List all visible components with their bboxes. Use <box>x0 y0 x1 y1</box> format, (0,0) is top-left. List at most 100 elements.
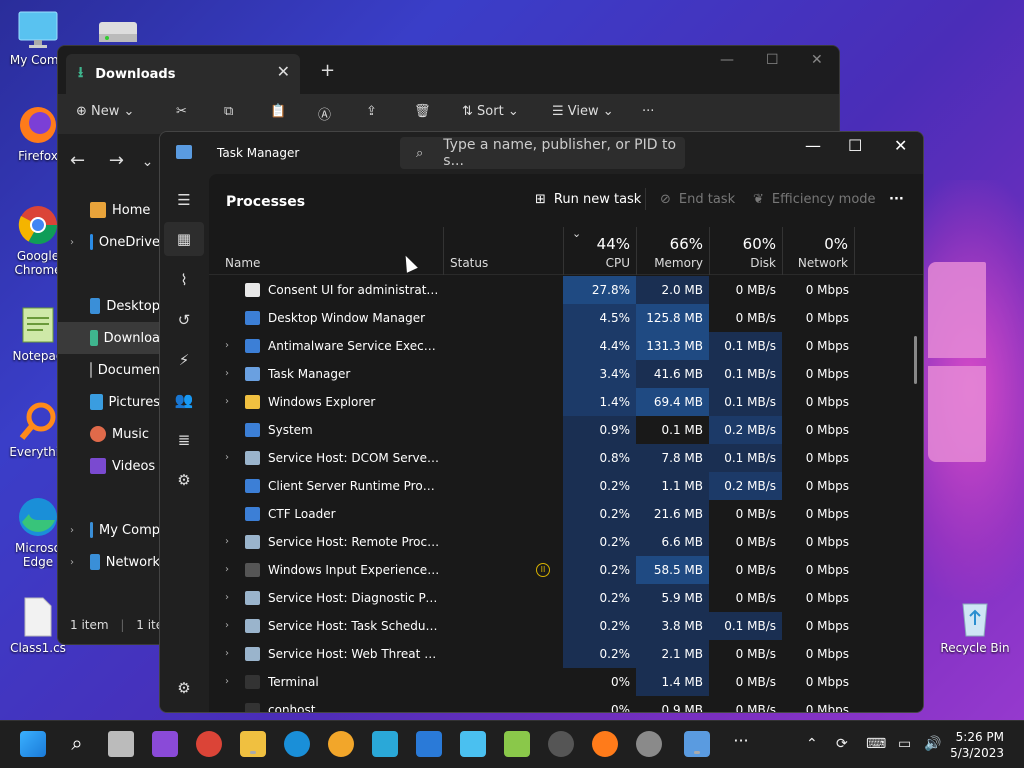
process-row[interactable]: CTF Loader 0.2% 21.6 MB 0 MB/s 0 Mbps <box>209 500 923 528</box>
expand-chevron-icon[interactable]: › <box>225 444 229 472</box>
sidebar-item-pictures[interactable]: Pictures <box>58 386 160 418</box>
process-row[interactable]: Client Server Runtime Process 0.2% 1.1 MB 0… <box>209 472 923 500</box>
process-row[interactable]: › Service Host: Diagnostic Polic... 0.2% 5.… <box>209 584 923 612</box>
sidebar-item-network[interactable]: › Network <box>58 546 160 578</box>
close-icon[interactable]: ✕ <box>894 136 907 155</box>
nav-startup-apps-icon[interactable]: ⚡ <box>172 348 196 372</box>
sidebar-item-music[interactable]: Music <box>58 418 160 450</box>
expand-chevron-icon[interactable]: › <box>225 556 229 584</box>
recent-chevron-icon[interactable]: ⌄ <box>142 154 154 170</box>
expand-chevron-icon[interactable]: › <box>225 528 229 556</box>
column-header-status[interactable]: Status <box>443 227 563 275</box>
expand-chevron-icon[interactable]: › <box>225 332 229 360</box>
chrome-icon[interactable] <box>196 731 222 757</box>
keyboard-icon[interactable]: ⌨ <box>866 736 886 752</box>
sidebar-item-desktop[interactable]: Desktop <box>58 290 160 322</box>
scrollbar-thumb[interactable] <box>914 336 917 384</box>
process-row[interactable]: Desktop Window Manager 4.5% 125.8 MB 0 MB/s… <box>209 304 923 332</box>
process-row[interactable]: › Task Manager 3.4% 41.6 MB 0.1 MB/s 0 Mbps <box>209 360 923 388</box>
sidebar-item-home[interactable]: Home <box>58 194 160 226</box>
cut-icon[interactable]: ✂ <box>176 104 187 119</box>
expand-chevron-icon[interactable]: › <box>70 557 74 568</box>
expand-chevron-icon[interactable]: › <box>225 584 229 612</box>
minimize-icon[interactable]: — <box>720 52 734 68</box>
settings-icon[interactable] <box>636 731 662 757</box>
nav-services-icon[interactable]: ⚙ <box>172 468 196 492</box>
maximize-icon[interactable]: ☐ <box>766 52 779 68</box>
process-row[interactable]: › Antimalware Service Executable 4.4%131.3… <box>209 332 923 360</box>
more-icon[interactable]: ··· <box>642 104 654 119</box>
sidebar-item-downloads[interactable]: Downloa <box>58 322 160 354</box>
sync-icon[interactable]: ⟳ <box>836 736 848 752</box>
sidebar-item-onedrive[interactable]: › OneDrive <box>58 226 160 258</box>
weather-icon[interactable] <box>328 731 354 757</box>
task-manager-icon[interactable] <box>684 731 710 757</box>
nav-details-icon[interactable]: ≣ <box>172 428 196 452</box>
volume-icon[interactable]: 🔊 <box>924 736 941 752</box>
copy-icon[interactable]: ⧉ <box>224 104 233 119</box>
nav-users-icon[interactable]: 👥 <box>172 388 196 412</box>
notepad-plus-icon[interactable] <box>504 731 530 757</box>
column-header-network[interactable]: 0% Network <box>782 227 855 275</box>
desktop-icon-recycle-bin[interactable]: Recycle Bin <box>937 596 1013 655</box>
delete-icon[interactable]: 🗑 <box>414 104 431 119</box>
efficiency-mode-button[interactable]: ❦ Efficiency mode <box>753 192 876 207</box>
process-row[interactable]: › Service Host: Web Threat Defe... 0.2%2.1… <box>209 640 923 668</box>
maximize-icon[interactable]: ☐ <box>848 136 862 155</box>
clock[interactable]: 5:26 PM 5/3/2023 <box>950 729 1004 761</box>
sidebar-item-documents[interactable]: Documen <box>58 354 160 386</box>
expand-chevron-icon[interactable]: › <box>225 360 229 388</box>
hamburger-menu-icon[interactable]: ☰ <box>172 188 196 212</box>
paste-icon[interactable]: 📋 <box>270 104 286 119</box>
process-row[interactable]: › Service Host: DCOM Server Pr... 0.8% 7.8 … <box>209 444 923 472</box>
edge-icon[interactable] <box>284 731 310 757</box>
task-view-icon[interactable] <box>108 731 134 757</box>
visual-studio-icon[interactable] <box>152 731 178 757</box>
chevron-up-icon[interactable]: ⌃ <box>806 736 818 752</box>
minimize-icon[interactable]: — <box>805 136 821 155</box>
process-row[interactable]: › Terminal 0% 1.4 MB 0 MB/s 0 Mbps <box>209 668 923 696</box>
expand-chevron-icon[interactable]: › <box>225 612 229 640</box>
process-row[interactable]: › Service Host: Remote Procedu... 0.2%6.6 … <box>209 528 923 556</box>
media-player-icon[interactable] <box>548 731 574 757</box>
more-apps-icon[interactable]: ··· <box>728 731 754 757</box>
expand-chevron-icon[interactable]: › <box>70 525 74 536</box>
column-header-memory[interactable]: 66% Memory <box>636 227 709 275</box>
search-icon[interactable]: ⌕ <box>64 731 90 757</box>
run-new-task-button[interactable]: ⊞ Run new task <box>535 192 641 207</box>
process-row[interactable]: › Service Host: Task Scheduler 0.2% 3.8 MB 0… <box>209 612 923 640</box>
firefox-icon[interactable] <box>592 731 618 757</box>
expand-chevron-icon[interactable]: › <box>70 237 74 248</box>
process-row[interactable]: conhost 0% 0.9 MB 0 MB/s 0 Mbps <box>209 696 923 712</box>
nav-performance-icon[interactable]: ⌇ <box>172 268 196 292</box>
expand-chevron-icon[interactable]: › <box>225 640 229 668</box>
new-tab-icon[interactable]: + <box>320 60 335 81</box>
tab-downloads[interactable]: ⭳ Downloads ✕ <box>66 54 300 94</box>
process-row[interactable]: System 0.9% 0.1 MB 0.2 MB/s 0 Mbps <box>209 416 923 444</box>
new-button[interactable]: ⊕ New ⌄ <box>76 104 134 119</box>
sidebar-item-my-computer[interactable]: › My Comp <box>58 514 160 546</box>
process-row[interactable]: Consent UI for administrative ... 27.8%2.… <box>209 276 923 304</box>
column-header-disk[interactable]: 60% Disk <box>709 227 782 275</box>
column-header-cpu[interactable]: ⌄ 44% CPU <box>563 227 636 275</box>
share-icon[interactable]: ⇪ <box>366 104 377 119</box>
sidebar-item-videos[interactable]: Videos <box>58 450 160 482</box>
start-button-icon[interactable] <box>20 731 46 757</box>
close-tab-icon[interactable]: ✕ <box>277 62 290 81</box>
sort-button[interactable]: ⇅ Sort ⌄ <box>462 104 519 119</box>
forward-arrow-icon[interactable]: → <box>109 150 124 171</box>
process-row[interactable]: › Windows Input Experience (3) II 0.2% 58.5 … <box>209 556 923 584</box>
close-icon[interactable]: ✕ <box>811 52 823 68</box>
end-task-button[interactable]: ⊘ End task <box>660 192 735 207</box>
nav-processes-icon[interactable]: ▦ <box>164 222 204 256</box>
view-button[interactable]: ☰ View ⌄ <box>552 104 614 119</box>
process-search-input[interactable]: ⌕ Type a name, publisher, or PID to s... <box>400 137 685 169</box>
display-icon[interactable]: ▭ <box>898 736 911 752</box>
more-options-icon[interactable]: ··· <box>889 192 904 207</box>
app-icon[interactable] <box>372 731 398 757</box>
expand-chevron-icon[interactable]: › <box>225 668 229 696</box>
rename-icon[interactable]: Ⓐ <box>318 104 331 123</box>
process-row[interactable]: › Windows Explorer 1.4% 69.4 MB 0.1 MB/s 0 Mb… <box>209 388 923 416</box>
nav-app-history-icon[interactable]: ↺ <box>172 308 196 332</box>
store-icon[interactable] <box>416 731 442 757</box>
